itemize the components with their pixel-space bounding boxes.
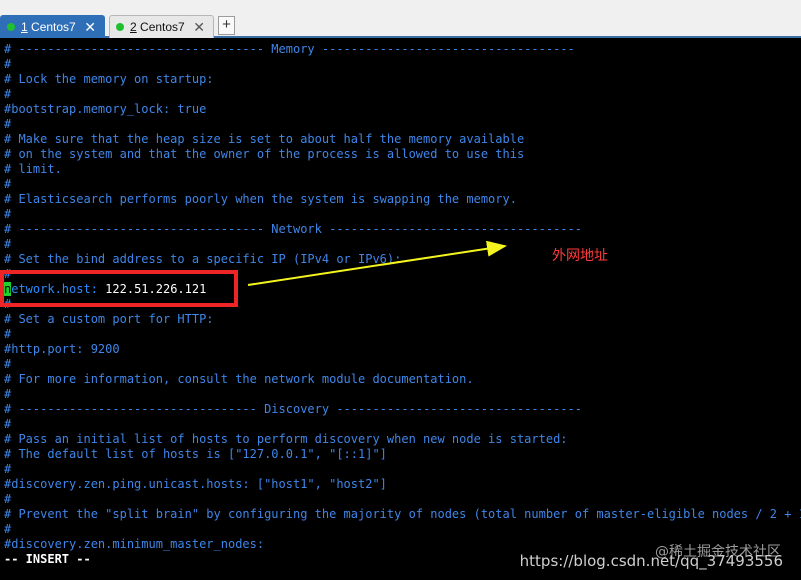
config-line: # on the system and that the owner of th… — [4, 147, 525, 161]
config-line: # Set a custom port for HTTP: — [4, 312, 214, 326]
annotation-label: 外网地址 — [552, 248, 608, 264]
tab-number: 2 — [130, 20, 137, 34]
config-line: # --------------------------------- Disc… — [4, 402, 582, 416]
tab-label: Centos7 — [31, 20, 76, 34]
close-tab-icon[interactable]: ✕ — [84, 20, 96, 34]
config-line: # Set the bind address to a specific IP … — [4, 252, 402, 266]
config-line: #bootstrap.memory_lock: true — [4, 102, 207, 116]
config-line: # — [4, 237, 12, 251]
config-line: # — [4, 492, 12, 506]
close-tab-icon[interactable]: ✕ — [193, 20, 205, 34]
tab-number: 1 — [21, 20, 28, 34]
config-line: # The default list of hosts is ["127.0.0… — [4, 447, 387, 461]
connected-status-icon — [116, 23, 124, 31]
config-line: # ---------------------------------- Mem… — [4, 42, 575, 56]
config-line: #http.port: 9200 — [4, 342, 120, 356]
tab-label: Centos7 — [140, 20, 185, 34]
connected-status-icon — [7, 23, 15, 31]
config-line: # — [4, 117, 12, 131]
config-line: # — [4, 207, 12, 221]
config-line: # — [4, 357, 12, 371]
new-tab-button[interactable]: + — [218, 16, 235, 35]
config-line: #discovery.zen.minimum_master_nodes: — [4, 537, 265, 551]
config-line: # ---------------------------------- Net… — [4, 222, 582, 236]
config-line: # Make sure that the heap size is set to… — [4, 132, 525, 146]
config-line: # Lock the memory on startup: — [4, 72, 214, 86]
vim-mode-indicator: -- INSERT -- — [4, 552, 91, 566]
config-line: # — [4, 57, 12, 71]
highlight-box — [0, 270, 238, 307]
config-line: # — [4, 522, 12, 536]
config-line: # Prevent the "split brain" by configuri… — [4, 507, 801, 521]
config-line: # — [4, 462, 12, 476]
terminal-pane[interactable]: # ---------------------------------- Mem… — [0, 38, 801, 580]
tab-session-2[interactable]: 2 Centos7 ✕ — [109, 15, 214, 38]
config-line: # limit. — [4, 162, 62, 176]
config-line: # — [4, 327, 12, 341]
window-title-strip: · ·· ·· ····· · ·· ····· ··· — [0, 0, 801, 12]
config-line: # — [4, 177, 12, 191]
tab-bar: 1 Centos7 ✕ 2 Centos7 ✕ + — [0, 12, 801, 38]
watermark-csdn: https://blog.csdn.net/qq_37493556 — [519, 552, 783, 570]
config-line: # For more information, consult the netw… — [4, 372, 474, 386]
window-title: · ·· ·· ····· · ·· ····· ··· — [14, 0, 112, 4]
config-line: #discovery.zen.ping.unicast.hosts: ["hos… — [4, 477, 387, 491]
tab-session-1[interactable]: 1 Centos7 ✕ — [0, 15, 105, 38]
config-line: # — [4, 87, 12, 101]
config-line: # Pass an initial list of hosts to perfo… — [4, 432, 568, 446]
config-line: # Elasticsearch performs poorly when the… — [4, 192, 517, 206]
config-line: # — [4, 417, 12, 431]
config-line: # — [4, 387, 12, 401]
